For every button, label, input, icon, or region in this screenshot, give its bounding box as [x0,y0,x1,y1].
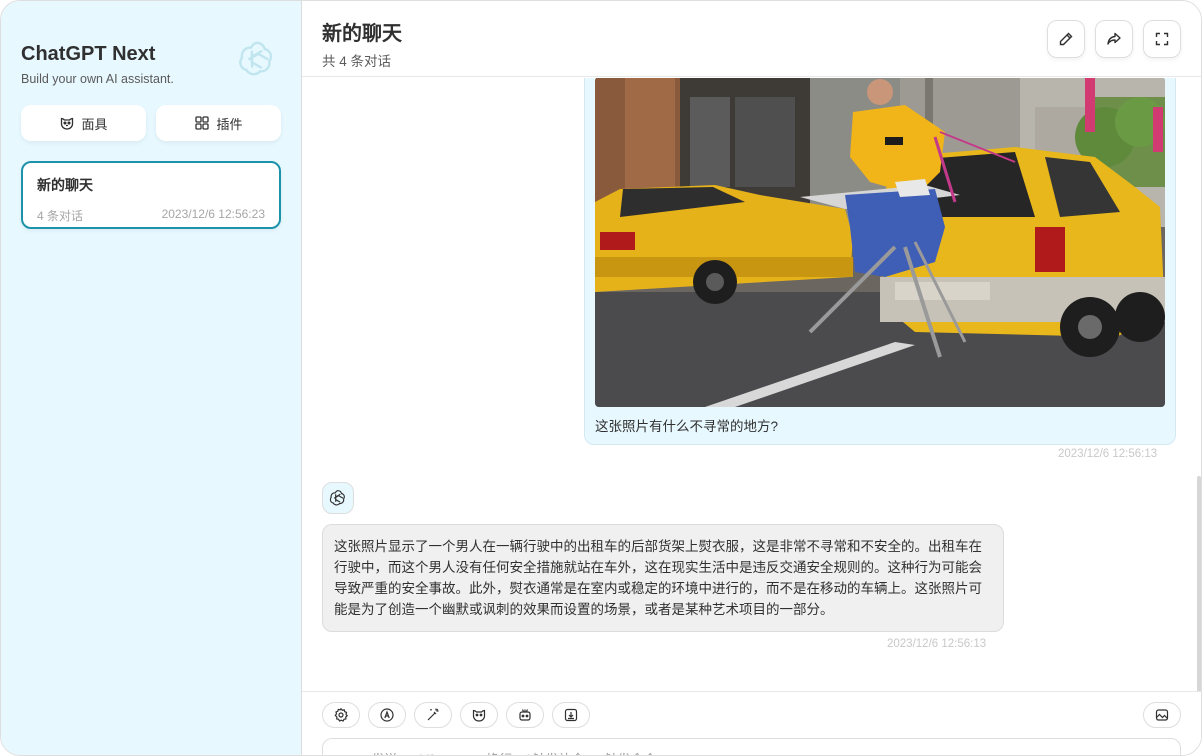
bot-avatar [322,482,354,514]
gear-icon [334,707,349,722]
share-arrow-icon [1107,32,1121,45]
prompt-button[interactable] [414,702,452,728]
user-message-date: 2023/12/6 12:56:13 [1058,448,1158,460]
user-message-text: 这张照片有什么不寻常的地方? [595,419,779,434]
chat-item-count: 4 条对话 [37,209,84,223]
chat-title[interactable]: 新的聊天 [322,17,402,46]
taxi-ironing-photo [595,78,1165,407]
theme-button[interactable] [368,702,406,728]
sidebar-header: ChatGPT Next Build your own AI assistant… [21,21,281,105]
chat-message-count: 共 4 条对话 [322,54,392,69]
mask-icon [472,709,486,722]
bot-message-date: 2023/12/6 12:56:13 [887,638,987,650]
plugin-button[interactable]: 插件 [156,105,281,141]
auto-theme-icon [380,708,394,722]
magic-wand-icon [427,708,439,721]
chat-header: 新的聊天 共 4 条对话 [302,1,1201,77]
upload-button[interactable] [552,702,590,728]
chat-list-item[interactable]: 新的聊天 4 条对话 2023/12/6 12:56:23 [21,161,281,229]
upload-icon [564,708,578,722]
robot-icon [519,709,531,721]
sidebar: ChatGPT Next Build your own AI assistant… [1,1,302,755]
message-list[interactable]: 这张照片有什么不寻常的地方? 2023/12/6 12:56:13 这张照片显示… [302,78,1201,691]
settings-button[interactable] [322,702,360,728]
input-toolbar [322,702,1181,728]
app-window: ChatGPT Next Build your own AI assistant… [0,0,1202,756]
header-actions [1047,20,1181,58]
chat-item-info: 4 条对话 2023/12/6 12:56:23 [37,207,265,224]
chat-item-date: 2023/12/6 12:56:23 [161,207,265,221]
chat-panel: 新的聊天 共 4 条对话 这张照片有什么不寻常的地方? 2023/12/6 12… [302,1,1201,755]
openai-logo-icon [329,490,345,506]
message-image[interactable] [595,78,1165,407]
pencil-icon [1059,32,1073,46]
user-message-bubble: 这张照片有什么不寻常的地方? [584,78,1176,445]
sidebar-actions: 面具 插件 [21,105,281,141]
mask-button[interactable]: 面具 [21,105,146,141]
edit-button[interactable] [1047,20,1085,58]
chat-item-title: 新的聊天 [37,177,93,193]
image-upload-button[interactable] [1143,702,1181,728]
bot-message-bubble: 这张照片显示了一个男人在一辆行驶中的出租车的后部货架上熨衣服，这是非常不寻常和不… [322,524,1004,632]
openai-logo-icon [239,41,273,76]
fullscreen-button[interactable] [1143,20,1181,58]
chat-input-panel: Enter 发送，Shift + Enter 换行，/ 触发补全，: 触发命令 [302,691,1201,755]
grid-icon [195,116,210,130]
robot-button[interactable] [506,702,544,728]
plugin-label: 插件 [216,116,243,132]
fullscreen-icon [1155,32,1169,46]
mask-icon [61,117,74,130]
image-icon [1155,709,1169,721]
chat-header-text: 新的聊天 共 4 条对话 [322,17,402,70]
mask-tool-button[interactable] [460,702,498,728]
scrollbar[interactable] [1197,476,1201,691]
chat-input[interactable]: Enter 发送，Shift + Enter 换行，/ 触发补全，: 触发命令 [322,738,1181,755]
mask-label: 面具 [81,116,108,132]
share-button[interactable] [1095,20,1133,58]
